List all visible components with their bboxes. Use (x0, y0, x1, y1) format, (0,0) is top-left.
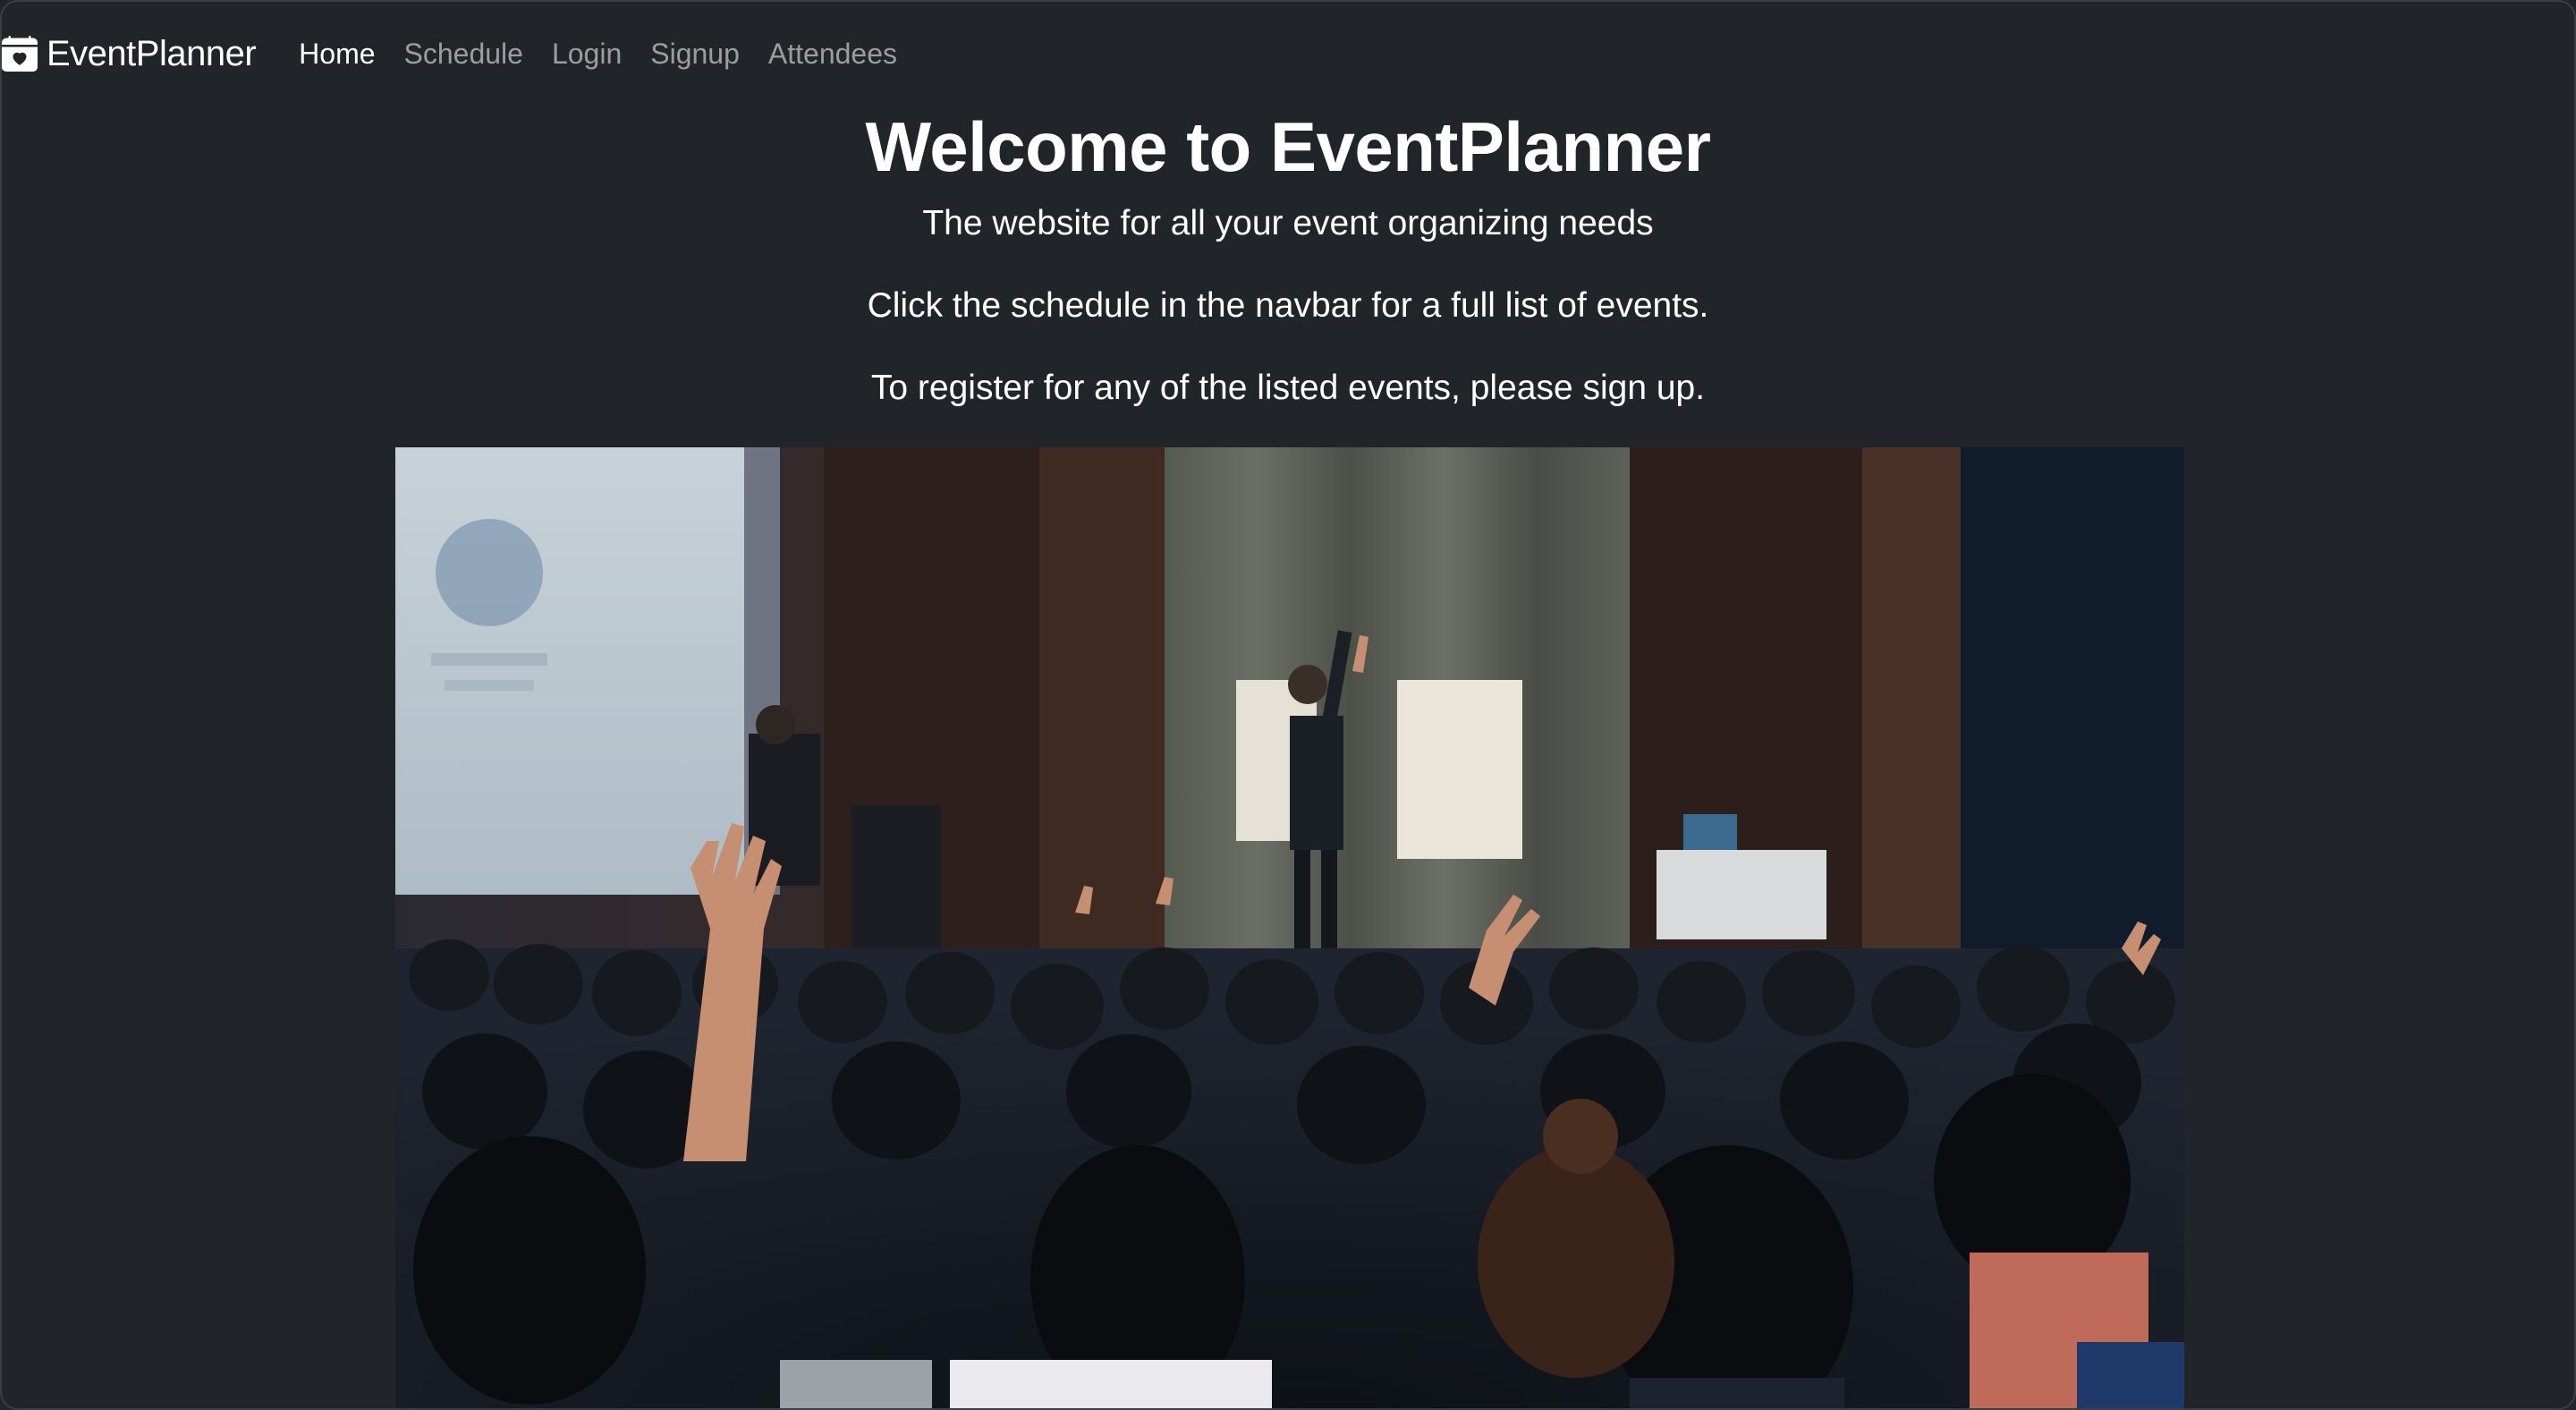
nav-home[interactable]: Home (299, 38, 375, 71)
nav-attendees[interactable]: Attendees (768, 38, 897, 71)
brand-link[interactable]: EventPlanner (2, 33, 257, 74)
brand-name: EventPlanner (47, 33, 257, 73)
nav-login[interactable]: Login (552, 38, 622, 71)
nav-signup[interactable]: Signup (650, 38, 740, 71)
hero-section: Welcome to EventPlanner The website for … (2, 100, 2574, 412)
hero-image-conference-audience (395, 447, 2184, 1408)
page-title: Welcome to EventPlanner (865, 107, 1712, 186)
hero-schedule-note: Click the schedule in the navbar for a f… (867, 286, 1709, 325)
nav-links: Home Schedule Login Signup Attendees (299, 38, 926, 71)
hero-tagline: The website for all your event organizin… (922, 204, 1654, 242)
browser-window: EventPlanner Home Schedule Login Signup … (0, 0, 2576, 1410)
calendar-heart-icon (2, 36, 38, 72)
navbar: EventPlanner Home Schedule Login Signup … (2, 21, 2574, 86)
hero-signup-note: To register for any of the listed events… (870, 369, 1706, 407)
nav-schedule[interactable]: Schedule (404, 38, 523, 71)
